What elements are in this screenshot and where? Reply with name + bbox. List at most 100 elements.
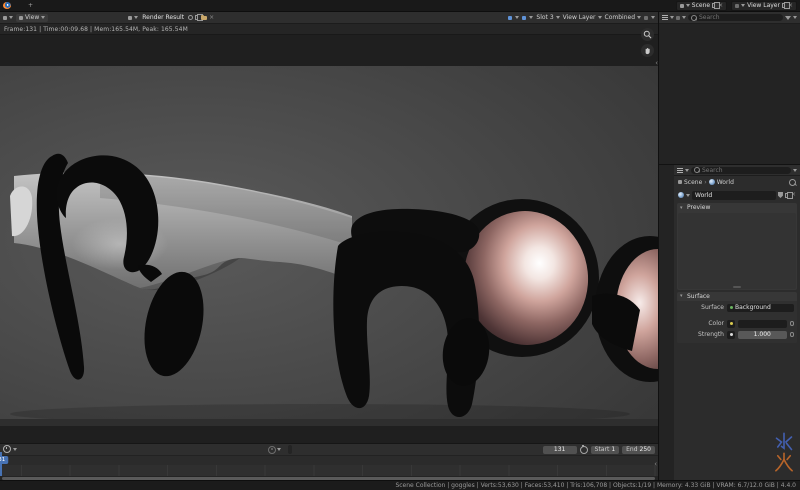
view-layer-selector[interactable]: View Layer × — [731, 1, 797, 11]
timeline-ruler[interactable]: 131 — [0, 456, 658, 466]
chevron-down-icon — [793, 16, 797, 19]
new-image-icon[interactable] — [188, 15, 193, 20]
properties-editor: Search Scene › World — [659, 165, 800, 480]
search-icon — [691, 15, 697, 21]
strength-slider[interactable]: 1.000 — [738, 331, 787, 339]
end-value: 250 — [640, 446, 651, 453]
breadcrumb: Scene › World — [674, 176, 800, 188]
preview-range-icon[interactable] — [580, 446, 588, 454]
image-editor-header: View Render Result × Slo — [0, 12, 658, 24]
zoom-gizmo[interactable] — [641, 28, 654, 41]
chevron-down-icon — [741, 4, 745, 7]
keyframe-decorator-icon[interactable] — [790, 321, 795, 326]
scene-icon — [680, 4, 684, 8]
expanded-icon: ▾ — [680, 293, 685, 299]
surface-shader-field[interactable]: Background — [727, 304, 794, 312]
pin-icon[interactable] — [789, 179, 796, 186]
watermark-kanji — [774, 432, 794, 474]
open-image-icon[interactable] — [201, 16, 207, 20]
pan-gizmo[interactable] — [641, 44, 654, 57]
color-swatch-field[interactable] — [738, 320, 787, 328]
surface-row: Surface Background — [680, 303, 794, 312]
current-frame-value: 131 — [554, 446, 565, 453]
strength-value: 1.000 — [754, 331, 771, 338]
fake-user-icon[interactable] — [778, 192, 783, 198]
render-stats-text: Frame:131 | Time:00:09.68 | Mem:165.54M,… — [4, 26, 188, 33]
mode-selector[interactable]: View — [16, 14, 48, 22]
outliner-tree — [659, 24, 800, 164]
image-datablock[interactable]: Render Result × — [128, 14, 214, 21]
timeline-tracks[interactable] — [0, 465, 658, 476]
properties-search-input[interactable]: Search — [691, 167, 791, 174]
breadcrumb-scene[interactable]: Scene — [684, 179, 702, 186]
world-name-field[interactable]: World — [692, 191, 776, 200]
magnifier-icon — [643, 30, 652, 39]
surface-panel-header[interactable]: ▾ Surface — [677, 292, 797, 302]
add-workspace-button[interactable]: + — [23, 2, 38, 9]
properties-editor-icon[interactable] — [677, 168, 683, 173]
surface-value: Background — [735, 304, 771, 311]
chevron-down-icon — [682, 16, 686, 19]
keyframe-decorator-icon[interactable] — [790, 332, 795, 337]
overlays-toggle-icon[interactable] — [522, 16, 526, 20]
frame-range-controls: 131 Start 1 End 250 — [543, 445, 655, 454]
resize-handle[interactable] — [733, 286, 741, 288]
display-channels-icon[interactable] — [644, 16, 648, 20]
pass-selector[interactable]: Combined — [605, 14, 641, 21]
slot-label: Slot 3 — [536, 14, 553, 21]
display-mode-icon[interactable] — [662, 15, 668, 20]
unlink-image-icon[interactable]: × — [209, 15, 214, 21]
blender-logo-icon[interactable] — [3, 2, 11, 9]
gizmos-toggle-icon[interactable] — [508, 16, 512, 20]
shader-node-icon — [730, 306, 733, 309]
chevron-down-icon — [670, 16, 674, 19]
color-socket[interactable] — [727, 320, 735, 328]
breadcrumb-world[interactable]: World — [717, 179, 734, 186]
timeline-scrollbar[interactable] — [0, 476, 658, 480]
layer-selector[interactable]: View Layer — [563, 14, 602, 21]
auto-keying-record-icon[interactable] — [268, 446, 276, 454]
outliner-search-input[interactable]: Search — [688, 14, 783, 21]
image-editor: View Render Result × Slo — [0, 12, 659, 480]
chevron-down-icon — [529, 16, 533, 19]
current-frame-field[interactable]: 131 — [543, 446, 577, 454]
slot-selector[interactable]: Slot 3 — [536, 14, 559, 21]
blender-window: + Scene × View Layer × — [0, 0, 800, 490]
surface-title: Surface — [687, 293, 710, 300]
image-editor-icon — [3, 16, 7, 20]
filter-icon[interactable] — [785, 16, 791, 20]
current-frame-indicator[interactable]: 131 — [0, 456, 8, 464]
scene-selector[interactable]: Scene × — [676, 1, 727, 11]
status-bar: Scene Collection | goggles | Verts:53,63… — [0, 480, 800, 490]
duplicate-data-icon[interactable] — [785, 193, 789, 198]
image-canvas[interactable]: ‹ — [0, 35, 658, 443]
world-preview — [678, 213, 796, 289]
search-placeholder: Search — [699, 14, 720, 21]
color-label: Color — [680, 320, 724, 327]
view-mode-icon — [19, 16, 23, 20]
strength-socket[interactable] — [727, 331, 735, 339]
new-scene-icon[interactable] — [712, 3, 716, 8]
new-view-layer-icon[interactable] — [782, 3, 786, 8]
start-frame-field[interactable]: Start 1 — [591, 446, 620, 454]
region-collapse-arrow[interactable]: ‹ — [655, 59, 658, 67]
chevron-down-icon — [277, 448, 281, 451]
strength-row: Strength 1.000 — [680, 330, 794, 339]
pass-label: Combined — [605, 14, 635, 21]
chevron-down-icon — [686, 194, 690, 197]
region-collapse-arrow[interactable]: ‹ — [654, 460, 657, 468]
end-frame-field[interactable]: End 250 — [622, 446, 655, 454]
surface-panel: ▾ Surface Surface Background — [677, 292, 797, 344]
preview-panel-header[interactable]: ▾ Preview — [677, 203, 797, 213]
timeline-editor-icon[interactable] — [3, 445, 11, 453]
view-layer-name: View Layer — [747, 2, 780, 9]
search-placeholder: Search — [702, 167, 723, 174]
properties-tabs — [659, 165, 674, 480]
chevron-down-icon — [556, 16, 560, 19]
scrollbar-handle[interactable] — [2, 477, 655, 480]
sync-icon[interactable] — [676, 16, 680, 20]
layer-label: View Layer — [563, 14, 596, 21]
editor-type-button[interactable] — [3, 16, 13, 20]
duplicate-image-icon[interactable] — [195, 15, 199, 20]
timeline-editor: 131 Start 1 End 250 — [0, 443, 658, 480]
